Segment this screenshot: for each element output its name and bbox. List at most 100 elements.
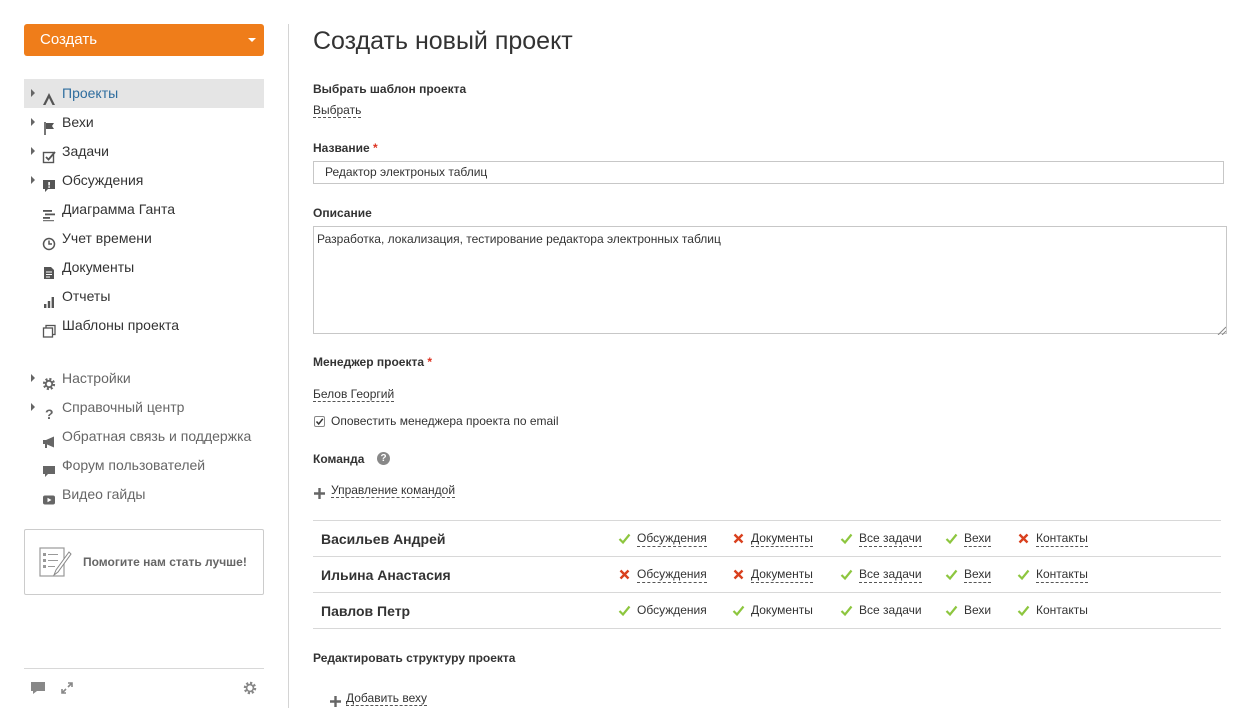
notify-checkbox[interactable] — [314, 416, 325, 427]
gantt-icon — [42, 203, 56, 222]
team-table: Васильев Андрей Обсуждения Документы Все за… — [313, 520, 1221, 629]
sidebar-item-label: Задачи — [62, 143, 110, 159]
chat-icon[interactable] — [30, 680, 46, 696]
member-name: Васильев Андрей — [321, 531, 446, 547]
team-row: Ильина Анастасия Обсуждения Документы Все з… — [313, 556, 1221, 592]
plus-icon[interactable] — [314, 486, 325, 499]
discussion-icon — [42, 174, 56, 192]
manager-label-text: Менеджер проекта — [313, 355, 425, 369]
sidebar-item-label: Шаблоны проекта — [62, 317, 180, 333]
question-icon: ? — [42, 401, 56, 422]
description-label: Описание — [313, 206, 372, 220]
manager-label: Менеджер проекта * — [313, 355, 432, 369]
main-menu: Проекты Вехи Задачи Обсуждения Диаграмма Ган… — [24, 79, 264, 340]
permission-label: Контакты — [1036, 603, 1088, 617]
document-icon — [42, 261, 56, 279]
reports-icon — [42, 290, 56, 308]
forum-icon — [42, 459, 56, 477]
gear-icon[interactable] — [242, 680, 258, 696]
megaphone-icon — [42, 430, 56, 448]
expand-icon[interactable] — [59, 680, 75, 696]
feedback-banner-text: Помогите нам стать лучше! — [83, 555, 247, 569]
flag-icon — [42, 116, 56, 135]
permission-label: Вехи — [964, 567, 992, 583]
notify-label: Оповестить менеджера проекта по email — [331, 414, 559, 428]
expand-arrow-icon[interactable] — [31, 403, 35, 411]
permission-label: Все задачи — [859, 567, 922, 583]
sidebar-item-question[interactable]: ? Справочный центр — [24, 393, 264, 422]
sidebar-item-forum[interactable]: Форум пользователей — [24, 451, 264, 480]
name-label: Название * — [313, 141, 378, 155]
resize-handle-icon[interactable] — [1217, 322, 1227, 336]
sidebar-item-templates[interactable]: Шаблоны проекта — [24, 311, 264, 340]
sidebar-item-gear[interactable]: Настройки — [24, 364, 264, 393]
required-marker: * — [427, 355, 433, 369]
add-milestone-link[interactable]: Добавить веху — [346, 691, 428, 706]
sidebar-item-label: Видео гайды — [62, 486, 146, 502]
svg-text:?: ? — [45, 406, 54, 420]
sidebar-item-clock[interactable]: Учет времени — [24, 224, 264, 253]
expand-arrow-icon[interactable] — [31, 176, 35, 184]
projects-icon — [42, 87, 56, 105]
sidebar: Создать Проекты Вехи Задачи Обсуждения Диагр… — [0, 0, 288, 708]
divider — [24, 668, 264, 669]
sidebar-item-label: Диаграмма Ганта — [62, 201, 176, 217]
sidebar-item-checkbox[interactable]: Задачи — [24, 137, 264, 166]
sidebar-item-label: Отчеты — [62, 288, 111, 304]
structure-label: Редактировать структуру проекта — [313, 651, 516, 665]
team-label: Команда — [313, 452, 365, 466]
sidebar-item-projects[interactable]: Проекты — [24, 79, 264, 108]
manager-link[interactable]: Белов Георгий — [313, 387, 395, 402]
create-button[interactable]: Создать — [24, 24, 264, 56]
description-textarea[interactable]: Разработка, локализация, тестирование ре… — [313, 226, 1227, 334]
member-name: Павлов Петр — [321, 603, 411, 619]
choose-template-link[interactable]: Выбрать — [313, 103, 362, 118]
sidebar-item-label: Обсуждения — [62, 172, 144, 188]
clock-icon — [42, 232, 56, 251]
required-marker: * — [373, 141, 378, 155]
expand-arrow-icon[interactable] — [31, 118, 35, 126]
permission-label: Контакты — [1036, 567, 1088, 583]
feedback-banner[interactable]: Помогите нам стать лучше! — [24, 529, 264, 595]
secondary-menu: Настройки? Справочный центр Обратная связь… — [24, 364, 264, 509]
sidebar-item-label: Учет времени — [62, 230, 152, 246]
divider — [288, 24, 289, 708]
permission-label: Вехи — [964, 603, 992, 617]
checkbox-icon — [42, 145, 56, 164]
sidebar-item-label: Справочный центр — [62, 399, 185, 415]
name-label-text: Название — [313, 141, 370, 155]
expand-arrow-icon[interactable] — [31, 374, 35, 382]
permission-label: Документы — [751, 603, 813, 617]
sidebar-item-label: Настройки — [62, 370, 131, 386]
chevron-down-icon[interactable] — [248, 38, 256, 42]
project-name-input[interactable]: Редактор электроных таблиц — [313, 161, 1224, 184]
permission-label: Все задачи — [859, 531, 922, 547]
sidebar-item-discussion[interactable]: Обсуждения — [24, 166, 264, 195]
sidebar-item-label: Вехи — [62, 114, 94, 130]
help-icon[interactable]: ? — [377, 452, 390, 465]
sidebar-item-gantt[interactable]: Диаграмма Ганта — [24, 195, 264, 224]
sidebar-item-video[interactable]: Видео гайды — [24, 480, 264, 509]
sidebar-item-megaphone[interactable]: Обратная связь и поддержка — [24, 422, 264, 451]
sidebar-item-label: Обратная связь и поддержка — [62, 428, 252, 444]
templates-icon — [42, 319, 56, 338]
permission-label: Обсуждения — [637, 531, 707, 547]
create-button-label: Создать — [40, 31, 98, 48]
expand-arrow-icon[interactable] — [31, 147, 35, 155]
manage-team-link[interactable]: Управление командой — [331, 483, 456, 498]
permission-label: Вехи — [964, 531, 992, 547]
permission-label: Все задачи — [859, 603, 922, 617]
template-label: Выбрать шаблон проекта — [313, 82, 467, 96]
permission-label: Документы — [751, 567, 813, 583]
checkmark-icon — [315, 418, 324, 426]
plus-icon[interactable] — [330, 694, 341, 707]
permission-label: Обсуждения — [637, 603, 707, 617]
sidebar-item-document[interactable]: Документы — [24, 253, 264, 282]
team-row: Павлов Петр Обсуждения Документы Все задачи… — [313, 592, 1221, 629]
sidebar-item-label: Документы — [62, 259, 135, 275]
sidebar-item-label: Форум пользователей — [62, 457, 206, 473]
sidebar-item-reports[interactable]: Отчеты — [24, 282, 264, 311]
expand-arrow-icon[interactable] — [31, 89, 35, 97]
page-title: Создать новый проект — [313, 27, 573, 55]
sidebar-item-flag[interactable]: Вехи — [24, 108, 264, 137]
